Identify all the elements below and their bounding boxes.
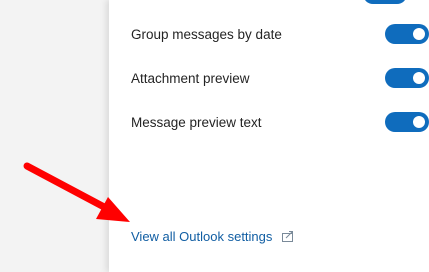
setting-label: Message preview text xyxy=(131,115,262,130)
setting-group-messages-by-date: Group messages by date xyxy=(131,24,429,48)
setting-label: Group messages by date xyxy=(131,27,282,42)
setting-message-preview-text: Message preview text xyxy=(131,112,429,136)
view-all-outlook-settings-link[interactable]: View all Outlook settings xyxy=(131,229,294,244)
toggle-knob xyxy=(413,28,425,40)
message-preview-text-toggle[interactable] xyxy=(385,112,429,132)
setting-attachment-preview: Attachment preview xyxy=(131,68,429,92)
quick-settings-panel: Group messages by date Attachment previe… xyxy=(109,0,429,272)
group-messages-by-date-toggle[interactable] xyxy=(385,24,429,44)
toggle-knob xyxy=(413,72,425,84)
toggle-knob xyxy=(413,116,425,128)
partial-toggle-switch[interactable] xyxy=(363,0,407,4)
setting-label: Attachment preview xyxy=(131,71,250,86)
link-text: View all Outlook settings xyxy=(131,229,273,244)
external-link-icon xyxy=(282,231,294,242)
background-area xyxy=(0,0,109,272)
attachment-preview-toggle[interactable] xyxy=(385,68,429,88)
